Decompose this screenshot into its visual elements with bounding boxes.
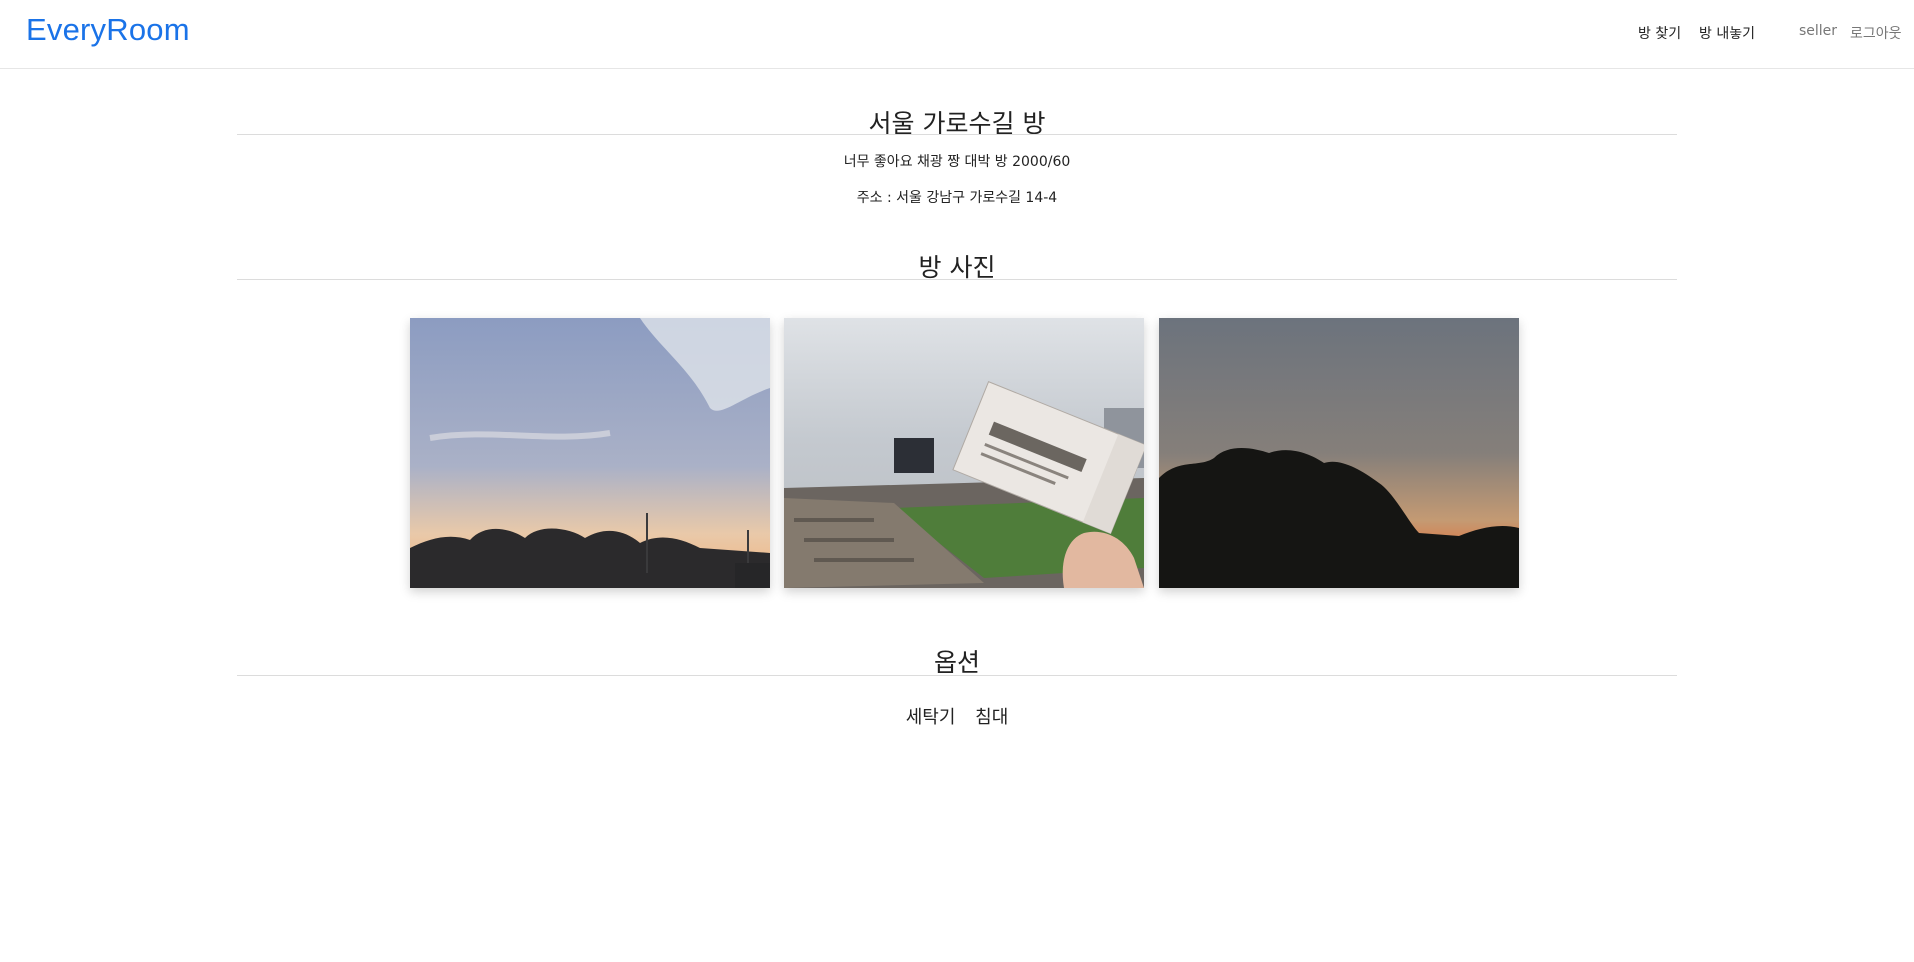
nav-username-link[interactable]: seller — [1799, 23, 1837, 39]
options-list: 세탁기 침대 — [237, 703, 1677, 729]
room-description: 너무 좋아요 채광 짱 대박 방 2000/60 — [843, 154, 1071, 170]
nav-find-room-link[interactable]: 방 찾기 — [1638, 23, 1681, 43]
room-photo-2[interactable] — [784, 318, 1144, 588]
room-address: 주소 : 서울 강남구 가로수길 14-4 — [856, 190, 1058, 206]
option-item-bed: 침대 — [975, 707, 1009, 728]
sunset-sky-photo — [410, 318, 770, 588]
photos-divider — [237, 279, 1677, 280]
option-item-washer: 세탁기 — [905, 707, 956, 728]
nav-logout-link[interactable]: 로그아웃 — [1850, 23, 1902, 43]
stadium-ticket-photo — [784, 318, 1144, 588]
room-photo-3[interactable] — [1159, 318, 1519, 588]
options-section-title: 옵션 — [933, 648, 980, 677]
brand-logo-link[interactable]: EveryRoom — [26, 12, 190, 48]
nav-list-room-link[interactable]: 방 내놓기 — [1699, 23, 1755, 43]
options-divider — [237, 675, 1677, 676]
title-divider — [237, 134, 1677, 135]
top-navbar: EveryRoom 방 찾기 방 내놓기 seller 로그아웃 — [0, 0, 1914, 69]
dusk-trees-photo — [1159, 318, 1519, 588]
room-photo-1[interactable] — [410, 318, 770, 588]
